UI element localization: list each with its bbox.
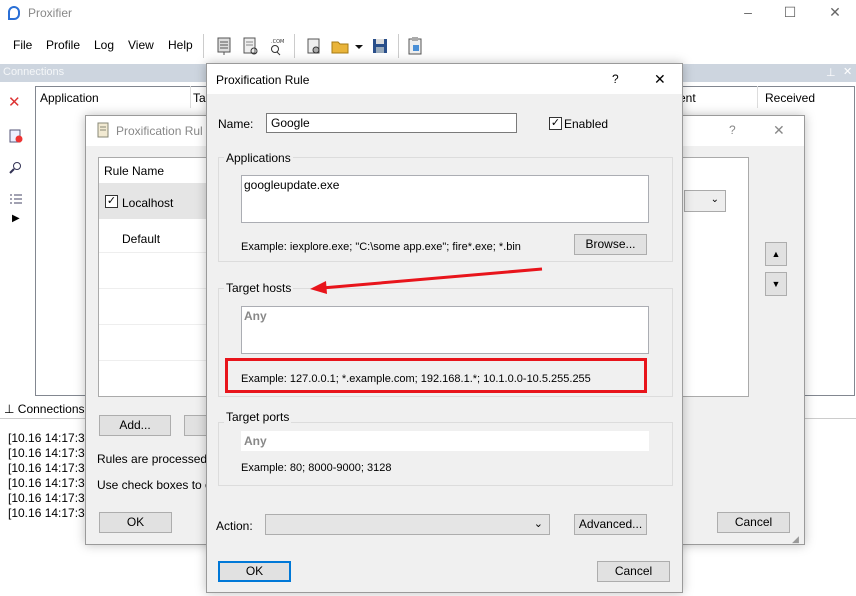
- proxification-rule-dialog: Proxification Rule ? ✕ Name: Google ✓ En…: [206, 63, 683, 593]
- column-application[interactable]: Application: [40, 91, 99, 105]
- close-button[interactable]: ✕: [820, 4, 850, 21]
- browse-button[interactable]: Browse...: [574, 234, 647, 255]
- target-hosts-label: Target hosts: [224, 281, 294, 295]
- target-ports-input[interactable]: Any: [241, 431, 649, 451]
- applications-label: Applications: [224, 151, 293, 165]
- action-select[interactable]: ⌄: [684, 190, 726, 212]
- open-profile-icon[interactable]: [330, 36, 350, 56]
- applications-input[interactable]: googleupdate.exe: [241, 175, 649, 223]
- red-arrow-icon: [310, 267, 543, 294]
- rule-name-input[interactable]: Google: [266, 113, 517, 133]
- target-hosts-input[interactable]: Any: [241, 306, 649, 354]
- rule-name-value: Google: [271, 116, 310, 130]
- advanced-settings-icon[interactable]: [304, 36, 324, 56]
- target-ports-label: Target ports: [224, 410, 292, 424]
- rule-name[interactable]: Localhost: [122, 196, 173, 210]
- applications-example: Example: iexplore.exe; "C:\some app.exe"…: [241, 241, 521, 253]
- move-down-button[interactable]: ▼: [765, 272, 787, 296]
- target-hosts-value: Any: [244, 309, 267, 323]
- row-line: [99, 252, 209, 253]
- rule-enabled-checkbox[interactable]: ✓: [105, 195, 118, 208]
- menu-log[interactable]: Log: [94, 38, 114, 52]
- proxifier-logo-icon: [8, 6, 20, 20]
- toolbar-divider: [203, 34, 204, 58]
- rules-note: Rules are processed fr: [97, 452, 218, 466]
- save-profile-icon[interactable]: [370, 36, 390, 56]
- row-line: [99, 288, 209, 289]
- profile-clipboard-icon[interactable]: [405, 36, 425, 56]
- log-line: [10.16 14:17:37: [8, 476, 92, 490]
- connections-tab[interactable]: ⊥ Connections: [4, 402, 85, 416]
- scroll-icon: [96, 122, 110, 138]
- rules-cancel-button[interactable]: Cancel: [717, 512, 790, 533]
- log-line: [10.16 14:17:37: [8, 446, 92, 460]
- find-icon[interactable]: [8, 160, 24, 176]
- toolbar-divider: [398, 34, 399, 58]
- pin-icon[interactable]: ⊥: [826, 66, 836, 79]
- add-rule-button[interactable]: Add...: [99, 415, 171, 436]
- log-line: [10.16 14:17:37: [8, 506, 92, 520]
- row-line: [99, 360, 209, 361]
- minimize-button[interactable]: –: [733, 4, 763, 20]
- column-divider: [190, 86, 191, 108]
- move-up-button[interactable]: ▲: [765, 242, 787, 266]
- rules-help-button[interactable]: ?: [729, 123, 736, 137]
- list-view-icon[interactable]: [8, 192, 24, 208]
- target-ports-value: Any: [244, 434, 267, 448]
- column-divider: [757, 86, 758, 108]
- toolbar-divider: [294, 34, 295, 58]
- rule-name[interactable]: Default: [122, 232, 160, 246]
- applications-value: googleupdate.exe: [244, 178, 340, 192]
- rule-dialog-title: Proxification Rule: [216, 73, 310, 87]
- close-connection-icon[interactable]: ✕: [8, 95, 24, 112]
- rules-note: Use check boxes to en: [97, 478, 219, 492]
- remove-connections-icon[interactable]: [8, 128, 24, 144]
- target-ports-example: Example: 80; 8000-9000; 3128: [241, 462, 392, 474]
- column-rule-name[interactable]: Rule Name: [104, 164, 164, 178]
- menu-help[interactable]: Help: [168, 38, 193, 52]
- target-hosts-example: Example: 127.0.0.1; *.example.com; 192.1…: [241, 373, 591, 385]
- row-line: [99, 324, 209, 325]
- cancel-button[interactable]: Cancel: [597, 561, 670, 582]
- chevron-down-icon: ⌄: [710, 194, 719, 205]
- menu-profile[interactable]: Profile: [46, 38, 80, 52]
- rules-dialog-title: Proxification Rul: [116, 124, 203, 138]
- tab-icon: ⊥: [4, 402, 15, 416]
- resize-grip-icon[interactable]: ◢: [792, 534, 799, 545]
- advanced-button[interactable]: Advanced...: [574, 514, 647, 535]
- rules-close-button[interactable]: ✕: [773, 122, 785, 139]
- column-target[interactable]: Ta: [193, 91, 206, 105]
- main-titlebar: [0, 0, 856, 28]
- menu-view[interactable]: View: [128, 38, 154, 52]
- proxy-servers-icon[interactable]: [214, 36, 234, 56]
- enabled-label[interactable]: Enabled: [564, 117, 608, 131]
- menu-file[interactable]: File: [13, 38, 32, 52]
- chevron-down-icon: ⌄: [533, 518, 543, 530]
- rules-ok-button[interactable]: OK: [99, 512, 172, 533]
- ok-button[interactable]: OK: [218, 561, 291, 582]
- name-resolution-icon[interactable]: .COM: [266, 36, 286, 56]
- action-dropdown[interactable]: ⌄: [265, 514, 550, 535]
- rule-close-button[interactable]: ✕: [654, 71, 666, 88]
- column-received[interactable]: Received: [765, 91, 815, 105]
- name-label: Name:: [218, 117, 254, 131]
- log-line: [10.16 14:17:37: [8, 431, 92, 445]
- log-line: [10.16 14:17:37: [8, 461, 92, 475]
- enabled-checkbox[interactable]: ✓: [549, 117, 562, 130]
- proxification-rules-icon[interactable]: [240, 36, 260, 56]
- action-label: Action:: [216, 519, 253, 533]
- connections-tab-label: Connections: [17, 402, 85, 416]
- dropdown-icon[interactable]: [349, 36, 363, 56]
- app-title: Proxifier: [28, 6, 73, 20]
- connections-panel-title: Connections: [3, 66, 65, 78]
- maximize-button[interactable]: ☐: [775, 4, 805, 21]
- svg-text:.COM: .COM: [271, 39, 284, 45]
- log-line: [10.16 14:17:37: [8, 491, 92, 505]
- rule-help-button[interactable]: ?: [612, 72, 619, 86]
- panel-close-icon[interactable]: ✕: [843, 65, 852, 78]
- expand-arrow-icon[interactable]: ▶: [12, 213, 20, 224]
